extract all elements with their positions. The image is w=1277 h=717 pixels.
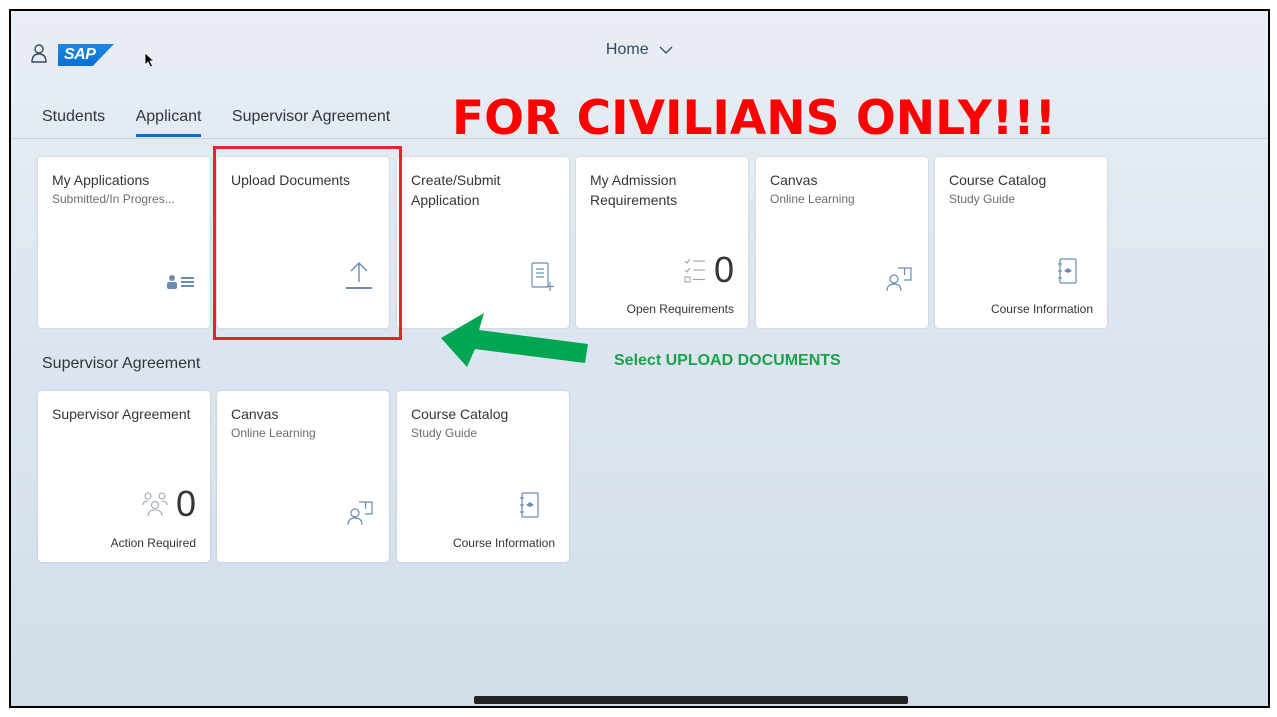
tile-my-admission-requirements[interactable]: My Admission Requirements 0 Open Require… [576,157,748,328]
instruction-text: Select UPLOAD DOCUMENTS [614,352,841,369]
section-title-supervisor-agreement: Supervisor Agreement [42,355,201,372]
tile-create-submit-application[interactable]: Create/Submit Application [397,157,569,328]
upload-icon [346,262,372,289]
group-tabs: Students Applicant Supervisor Agreement [42,108,416,140]
tile-subtitle: Study Guide [949,192,1016,206]
tile-title: Course Catalog [949,172,1047,188]
tile-title: My Applications [52,172,150,188]
tile-course-catalog[interactable]: Course Catalog Study Guide Course Inform… [935,157,1107,328]
tile-my-applications[interactable]: My Applications Submitted/In Progres... [38,157,210,328]
tile-subtitle: Study Guide [411,426,478,440]
tile-footer: Course Information [452,536,555,550]
kpi: 0 [142,486,196,522]
tile-title: Course Catalog [411,406,509,422]
tile-title: My Admission Requirements [590,172,678,208]
group-icon [142,492,168,517]
course-book-icon [1058,258,1077,284]
tile-title: Supervisor Agreement [52,406,191,422]
tile-subtitle: Online Learning [770,192,855,206]
tile-upload-documents[interactable]: Upload Documents [217,157,389,328]
learning-icon [886,267,912,292]
kpi-value: 0 [175,483,196,524]
home-title: Home [605,41,649,58]
civilians-only-banner: FOR CIVILIANS ONLY!!! [452,91,1057,146]
tile-title: Upload Documents [231,172,351,188]
tab-students[interactable]: Students [42,108,105,134]
green-arrow-icon [441,313,588,367]
tile-subtitle: Online Learning [231,426,316,440]
tile-canvas[interactable]: Canvas Online Learning [756,157,928,328]
tile-course-catalog[interactable]: Course Catalog Study Guide Course Inform… [397,391,569,562]
tab-supervisor-agreement[interactable]: Supervisor Agreement [232,108,390,134]
applicant-icon [167,275,194,289]
tile-canvas[interactable]: Canvas Online Learning [217,391,389,562]
video-scrubber-bar[interactable] [474,696,908,704]
learning-icon [347,501,373,526]
tile-footer: Action Required [110,536,196,550]
chevron-down-icon [659,46,673,54]
shell-bar: SAP Home [11,11,1268,71]
tile-supervisor-agreement[interactable]: Supervisor Agreement 0 Action Required [38,391,210,562]
tile-subtitle: Submitted/In Progres... [52,192,175,206]
kpi-value: 0 [713,249,734,290]
tile-footer: Course Information [990,302,1093,316]
tile-title: Canvas [231,406,279,422]
kpi: 0 [684,252,734,288]
tile-title: Create/Submit Application [411,172,501,208]
add-document-icon [531,262,554,291]
tile-footer: Open Requirements [626,302,734,316]
home-menu[interactable]: Home [11,41,1268,59]
checklist-icon [684,258,705,283]
screenshot-frame: SAP Home Students Applicant Supervisor A… [9,9,1270,708]
course-book-icon [520,492,539,518]
tab-applicant[interactable]: Applicant [135,108,202,137]
tile-title: Canvas [770,172,818,188]
